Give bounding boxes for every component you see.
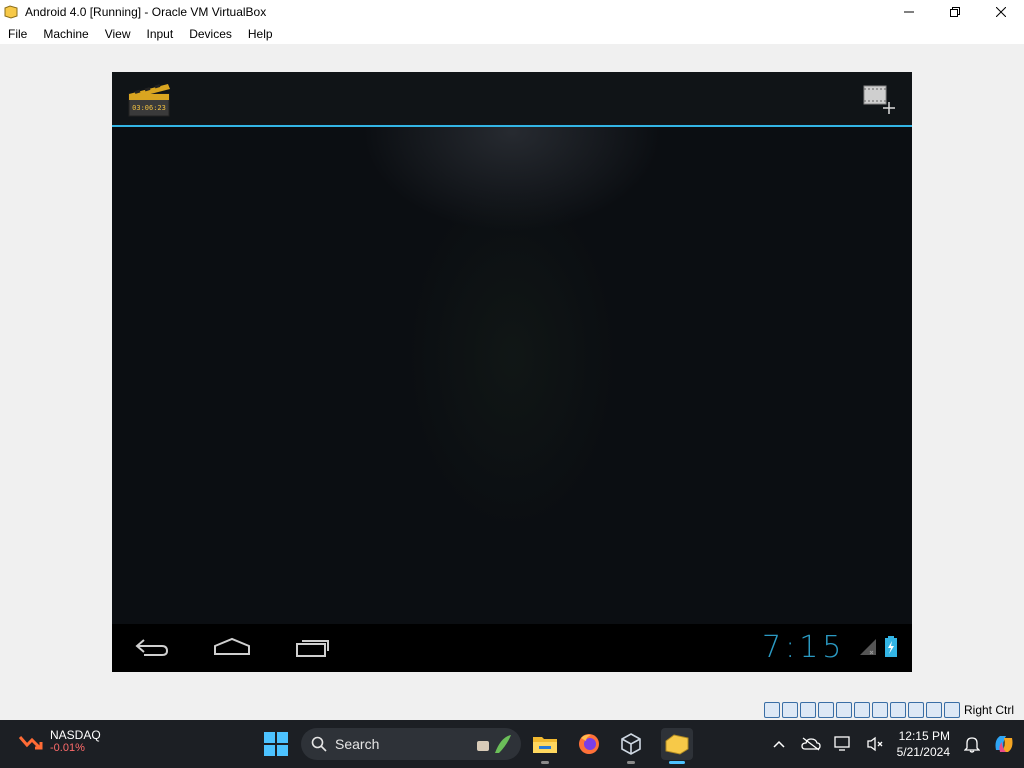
folder-icon — [533, 737, 557, 753]
video-clapper-icon[interactable]: 03:06:23 — [126, 80, 172, 118]
android-status-icons — [858, 636, 898, 658]
stock-down-icon — [18, 736, 43, 750]
search-label: Search — [335, 736, 380, 752]
clock-area[interactable]: 12:15 PM 5/21/2024 — [897, 728, 950, 760]
taskbar-search-box[interactable]: Search — [301, 728, 521, 760]
android-vm-icon — [665, 734, 689, 755]
svg-text:03:06:23: 03:06:23 — [132, 104, 166, 112]
menu-view[interactable]: View — [105, 27, 131, 41]
minimize-button[interactable] — [886, 0, 932, 23]
window-titlebar: Android 4.0 [Running] - Oracle VM Virtua… — [0, 0, 1024, 23]
cloud-offline-icon — [800, 737, 821, 751]
action-bar-divider — [112, 125, 912, 127]
menu-input[interactable]: Input — [147, 27, 174, 41]
tray-overflow-button[interactable] — [767, 732, 791, 756]
menu-file[interactable]: File — [8, 27, 27, 41]
android-action-bar: 03:06:23 — [112, 72, 912, 127]
running-indicator — [627, 761, 635, 764]
optical-drive-icon[interactable] — [782, 702, 798, 718]
display-icon[interactable] — [872, 702, 888, 718]
back-button[interactable] — [127, 632, 177, 662]
restore-icon — [950, 6, 960, 17]
background-shape — [412, 192, 612, 522]
home-button[interactable] — [207, 632, 257, 662]
recent-apps-icon — [296, 640, 329, 657]
menu-machine[interactable]: Machine — [43, 27, 88, 41]
signal-icon — [860, 639, 876, 655]
notifications-button[interactable] — [960, 732, 984, 756]
onedrive-button[interactable] — [799, 732, 823, 756]
android-nav-bar: 7:15 — [112, 624, 912, 672]
search-highlight-icon — [477, 735, 511, 753]
monitor-icon — [833, 736, 850, 751]
ticker-name: NASDAQ — [50, 728, 101, 742]
close-icon — [996, 6, 1006, 17]
windows-start-icon[interactable] — [264, 732, 288, 756]
back-icon — [135, 639, 169, 656]
windows-taskbar: NASDAQ -0.01% Search 12:15 PM 5/21/2024 — [0, 720, 1024, 768]
add-video-icon[interactable] — [862, 84, 896, 116]
window-title: Android 4.0 [Running] - Oracle VM Virtua… — [25, 4, 267, 19]
taskbar-virtualbox-manager[interactable] — [615, 728, 647, 764]
search-icon — [311, 736, 327, 752]
virtualization-icon[interactable] — [908, 702, 924, 718]
recent-apps-button[interactable] — [288, 632, 338, 662]
mouse-integration-icon[interactable] — [926, 702, 942, 718]
menu-devices[interactable]: Devices — [189, 27, 232, 41]
android-clock: 7:15 — [762, 630, 846, 665]
host-key-label: Right Ctrl — [964, 703, 1015, 717]
maximize-button[interactable] — [932, 0, 978, 23]
tray-date: 5/21/2024 — [896, 745, 950, 759]
hard-disk-icon[interactable] — [764, 702, 780, 718]
minimize-icon — [904, 11, 914, 12]
running-indicator — [541, 761, 549, 764]
speaker-muted-icon — [866, 736, 883, 752]
network-icon[interactable] — [818, 702, 834, 718]
vbox-status-bar: Right Ctrl — [764, 700, 1024, 720]
menu-bar: File Machine View Input Devices Help — [0, 23, 1024, 44]
taskbar-file-explorer[interactable] — [529, 728, 561, 764]
home-icon — [214, 637, 250, 655]
ticker-change: -0.01% — [50, 742, 85, 754]
audio-icon[interactable] — [800, 702, 816, 718]
system-tray: 12:15 PM 5/21/2024 — [763, 720, 1024, 768]
close-button[interactable] — [978, 0, 1024, 23]
video-capture-icon[interactable] — [890, 702, 906, 718]
copilot-button[interactable] — [992, 732, 1016, 756]
virtualbox-cube-icon — [621, 733, 641, 755]
display-button[interactable] — [831, 732, 855, 756]
firefox-icon — [579, 734, 599, 754]
usb-icon[interactable] — [836, 702, 852, 718]
copilot-icon — [995, 736, 1013, 752]
taskbar-firefox[interactable] — [573, 728, 605, 760]
stock-ticker-widget[interactable]: NASDAQ -0.01% — [18, 728, 101, 754]
virtualbox-app-icon — [4, 4, 18, 19]
battery-charging-icon — [885, 636, 897, 657]
bell-icon — [964, 737, 980, 753]
active-indicator — [669, 761, 685, 764]
tray-time: 12:15 PM — [898, 729, 950, 743]
shared-folders-icon[interactable] — [854, 702, 870, 718]
android-screen[interactable]: 03:06:23 7:15 — [112, 72, 912, 672]
taskbar-vm-window[interactable] — [661, 728, 693, 764]
keyboard-capture-icon[interactable] — [944, 702, 960, 718]
chevron-up-icon — [773, 740, 785, 748]
volume-button[interactable] — [863, 732, 887, 756]
menu-help[interactable]: Help — [248, 27, 273, 41]
